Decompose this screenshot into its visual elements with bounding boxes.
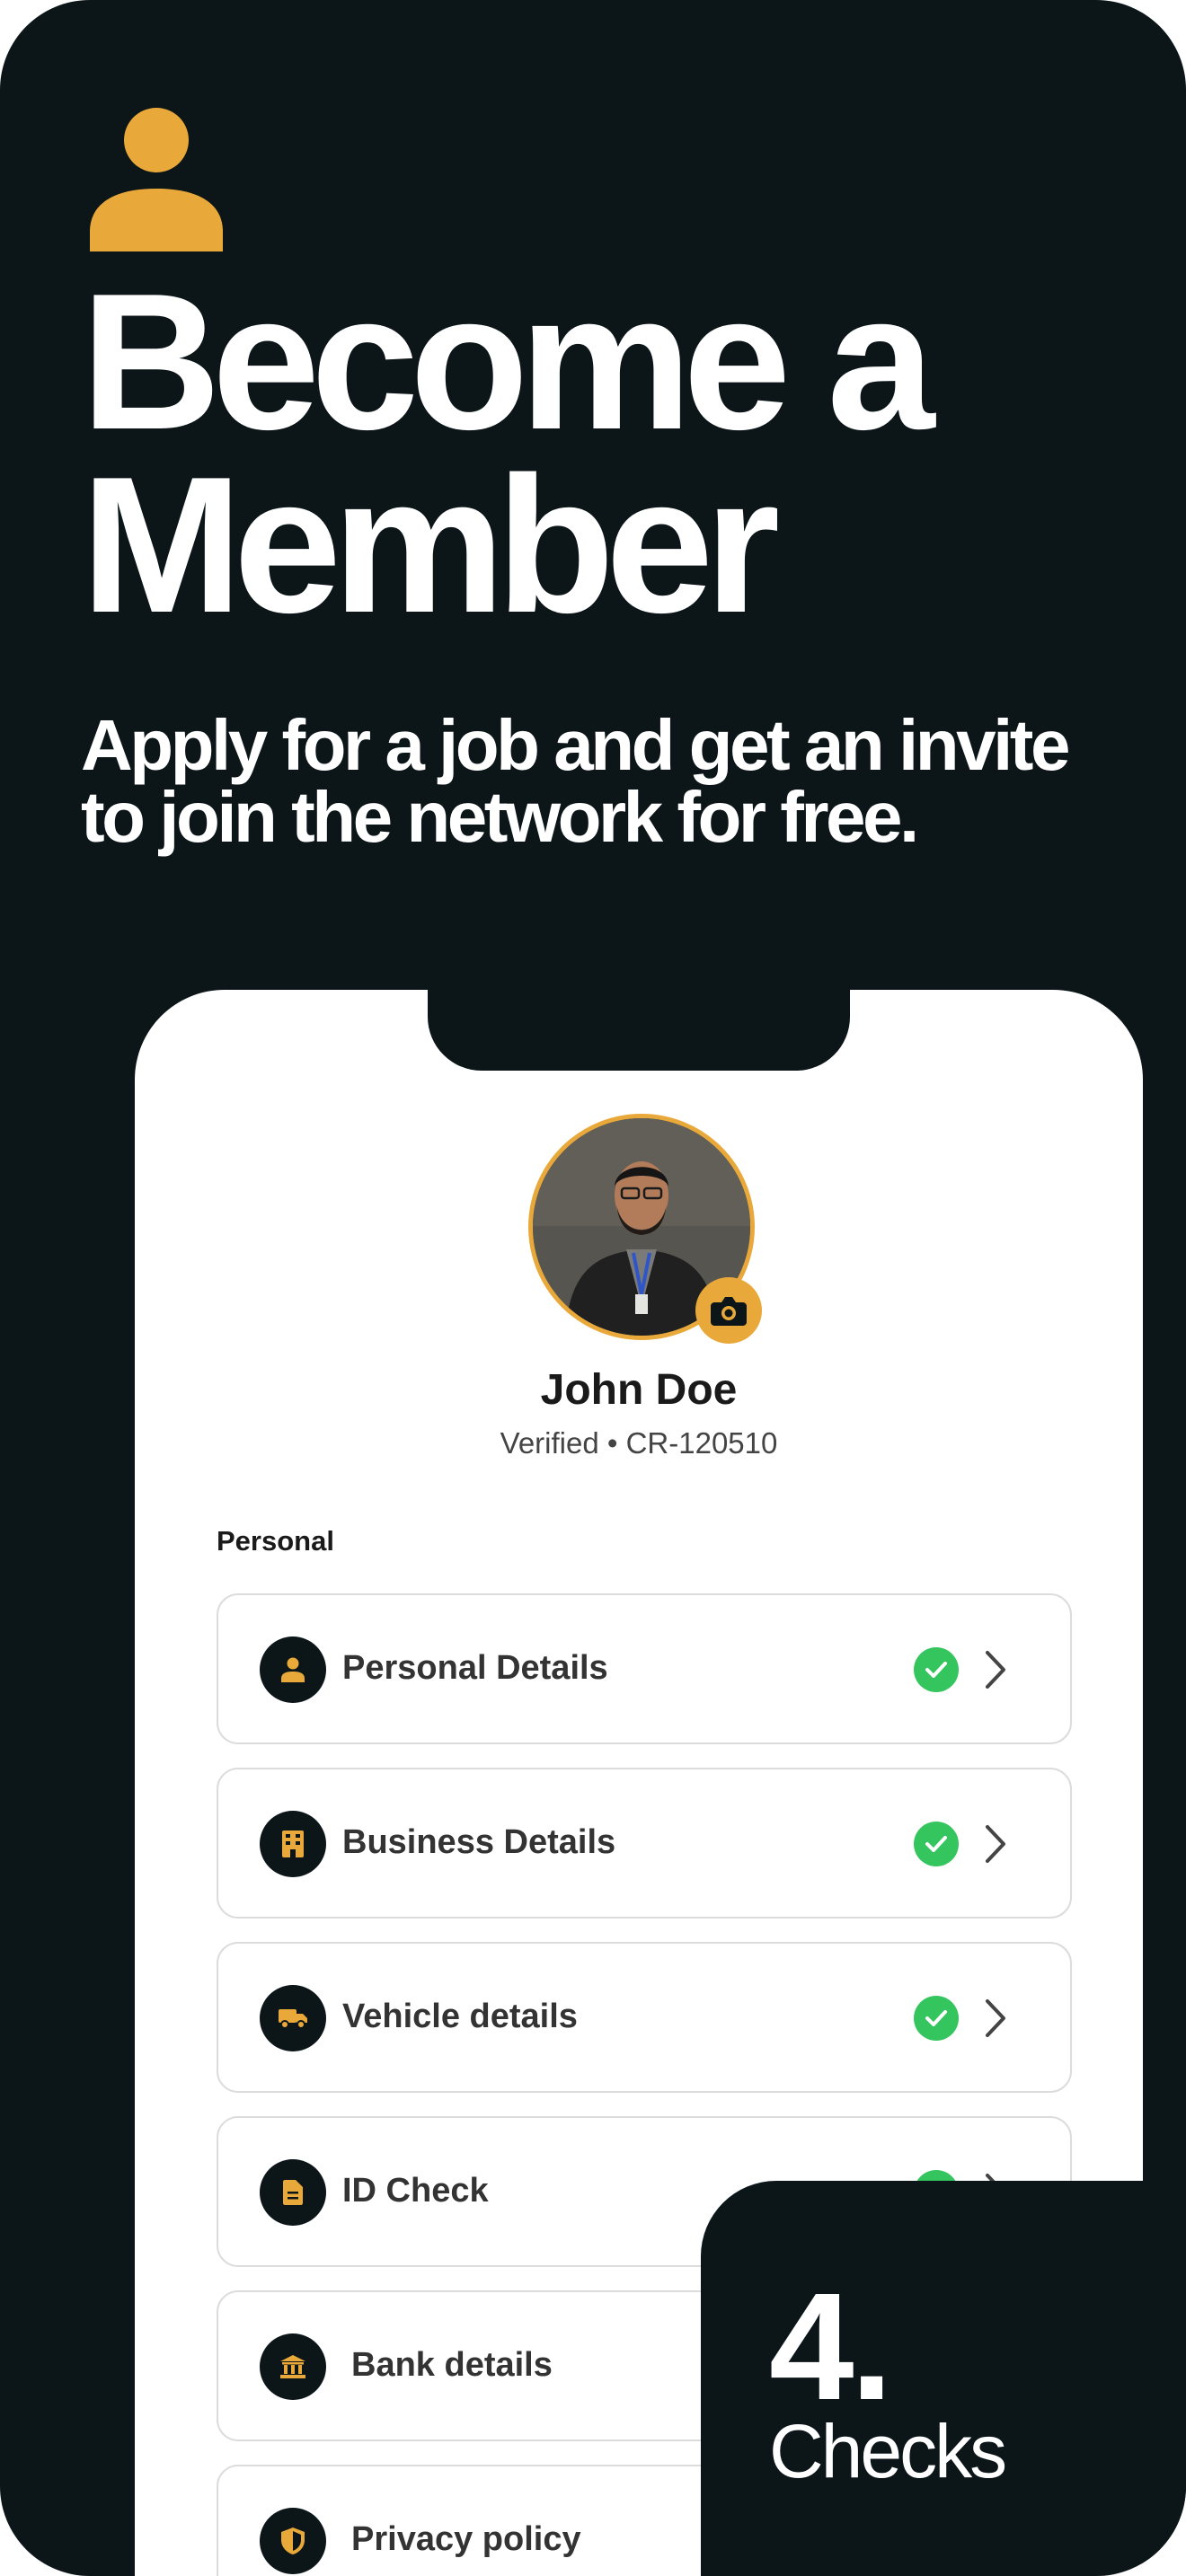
person-icon bbox=[90, 108, 223, 251]
check-icon bbox=[914, 1822, 959, 1866]
chevron-right-icon bbox=[986, 1825, 1005, 1863]
shield-icon bbox=[260, 2508, 326, 2574]
chevron-right-icon bbox=[986, 1651, 1005, 1689]
list-item-label: ID Check bbox=[342, 2172, 489, 2210]
truck-icon bbox=[260, 1985, 326, 2051]
step-number: 4. bbox=[769, 2262, 893, 2432]
section-label-personal: Personal bbox=[217, 1525, 334, 1557]
screen-frame: Become a Member Apply for a job and get … bbox=[0, 0, 1186, 2576]
building-icon bbox=[260, 1811, 326, 1877]
list-item-business-details[interactable]: Business Details bbox=[217, 1768, 1072, 1919]
profile-avatar[interactable] bbox=[528, 1114, 762, 1344]
subhead-line-1: Apply for a job and get an invite bbox=[81, 705, 1070, 785]
headline-line-1: Become a bbox=[81, 252, 935, 470]
subhead-line-2: to join the network for free. bbox=[81, 777, 919, 857]
page-title: Become a Member bbox=[81, 252, 1159, 653]
list-item-label: Personal Details bbox=[342, 1649, 608, 1687]
step-label: Checks bbox=[769, 2409, 1007, 2493]
list-item-label: Business Details bbox=[342, 1823, 616, 1861]
check-icon bbox=[914, 1996, 959, 2041]
bank-icon bbox=[260, 2333, 326, 2400]
profile-verification-status: Verified • CR-120510 bbox=[500, 1426, 778, 1460]
list-item-label: Vehicle details bbox=[342, 1998, 578, 2035]
list-item-label: Privacy policy bbox=[351, 2520, 581, 2558]
camera-button[interactable] bbox=[695, 1277, 762, 1344]
camera-icon bbox=[711, 1297, 747, 1326]
headline-line-2: Member bbox=[81, 436, 780, 653]
phone-notch bbox=[428, 990, 850, 1071]
list-item-vehicle-details[interactable]: Vehicle details bbox=[217, 1942, 1072, 2093]
step-badge: 4. Checks bbox=[701, 2181, 1186, 2576]
list-item-personal-details[interactable]: Personal Details bbox=[217, 1593, 1072, 1744]
person-icon bbox=[260, 1636, 326, 1703]
document-icon bbox=[260, 2159, 326, 2226]
check-icon bbox=[914, 1647, 959, 1692]
list-item-label: Bank details bbox=[351, 2346, 553, 2384]
chevron-right-icon bbox=[986, 1999, 1005, 2037]
profile-name: John Doe bbox=[540, 1366, 738, 1414]
page-subtitle: Apply for a job and get an invite to joi… bbox=[81, 710, 1159, 853]
